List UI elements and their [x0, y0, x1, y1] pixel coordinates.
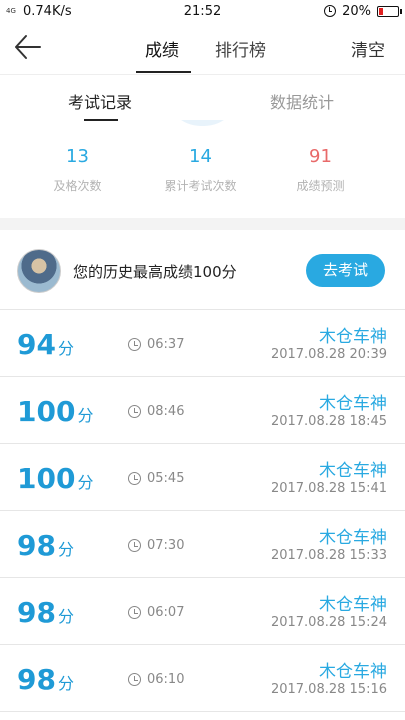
score-value: 98	[17, 663, 56, 696]
record-score: 100 分	[17, 462, 93, 495]
avatar	[17, 249, 61, 293]
duration-text: 06:07	[147, 605, 185, 620]
go-exam-button[interactable]: 去考试	[306, 254, 385, 287]
best-score-text: 您的历史最高成绩100分	[73, 263, 237, 281]
record-score: 94 分	[17, 328, 74, 361]
alarm-icon	[324, 5, 337, 17]
record-score: 98 分	[17, 596, 74, 629]
score-value: 100	[17, 395, 76, 428]
record-user-name: 木仓车神	[319, 595, 387, 615]
clock-icon	[128, 673, 141, 686]
duration-text: 08:46	[147, 404, 185, 419]
stat-score-prediction: 91 成绩预测	[253, 146, 388, 194]
score-value: 98	[17, 596, 56, 629]
app-screen: 4G 0.74K/s 21:52 20% 成绩 排行榜 清空 考试记录 数据统计	[0, 0, 405, 720]
score-unit: 分	[57, 540, 74, 559]
record-row[interactable]: 100 分 05:45 木仓车神 2017.08.28 15:41	[0, 444, 405, 511]
clock-icon	[128, 472, 141, 485]
duration-text: 05:45	[147, 471, 185, 486]
record-datetime: 2017.08.28 18:45	[270, 414, 387, 429]
tab-ranking[interactable]: 排行榜	[215, 36, 266, 61]
record-duration: 07:30	[128, 538, 184, 553]
score-value: 98	[17, 529, 56, 562]
record-datetime: 2017.08.28 15:24	[270, 615, 387, 630]
chart-arc-decoration	[165, 120, 240, 126]
stat-label: 累计考试次数	[164, 179, 237, 193]
stat-label: 及格次数	[53, 179, 102, 193]
record-user-name: 木仓车神	[319, 528, 387, 548]
status-right: 20%	[324, 3, 402, 19]
score-unit: 分	[77, 406, 94, 425]
record-duration: 06:37	[128, 337, 184, 352]
record-datetime: 2017.08.28 15:41	[270, 481, 387, 496]
score-unit: 分	[77, 473, 94, 492]
tab-data-stats[interactable]: 数据统计	[270, 89, 334, 113]
record-duration: 08:46	[128, 404, 184, 419]
record-datetime: 2017.08.28 15:16	[270, 682, 387, 697]
battery-level	[379, 7, 383, 15]
clock-icon	[128, 405, 141, 418]
record-user-name: 木仓车神	[319, 662, 387, 682]
signal-icon: 4G	[6, 6, 16, 15]
record-datetime: 2017.08.28 20:39	[270, 347, 387, 362]
record-row[interactable]: 100 分 08:46 木仓车神 2017.08.28 18:45	[0, 377, 405, 444]
record-score: 98 分	[17, 663, 74, 696]
stat-value: 14	[189, 146, 212, 167]
score-unit: 分	[57, 674, 74, 693]
network-speed: 0.74K/s	[23, 3, 72, 19]
record-score: 98 分	[17, 529, 74, 562]
record-user-name: 木仓车神	[319, 394, 387, 414]
battery-percent: 20%	[342, 3, 371, 19]
score-value: 94	[17, 328, 56, 361]
status-bar: 4G 0.74K/s 21:52 20%	[0, 0, 405, 22]
stat-value: 91	[309, 146, 332, 167]
record-row[interactable]: 98 分 06:10 木仓车神 2017.08.28 15:16	[0, 645, 405, 712]
duration-text: 06:10	[147, 672, 185, 687]
back-button[interactable]	[14, 34, 50, 62]
record-duration: 06:10	[128, 672, 184, 687]
record-user-name: 木仓车神	[319, 327, 387, 347]
sub-tabs: 考试记录 数据统计	[0, 74, 405, 121]
tab-score[interactable]: 成绩	[145, 36, 179, 61]
clock-icon	[128, 338, 141, 351]
record-duration: 06:07	[128, 605, 184, 620]
tab-indicator	[136, 71, 191, 73]
score-unit: 分	[57, 607, 74, 626]
record-row[interactable]: 98 分 06:07 木仓车神 2017.08.28 15:24	[0, 578, 405, 645]
record-row[interactable]: 98 分 07:30 木仓车神 2017.08.28 15:33	[0, 511, 405, 578]
stats-panel: 13 及格次数 14 累计考试次数 91 成绩预测	[0, 120, 405, 218]
back-arrow-icon	[15, 35, 41, 59]
stat-pass-count: 13 及格次数	[10, 146, 145, 194]
clock-icon	[128, 539, 141, 552]
stat-total-exams: 14 累计考试次数	[133, 146, 268, 194]
score-value: 100	[17, 462, 76, 495]
stat-label: 成绩预测	[296, 179, 345, 193]
section-divider	[0, 218, 405, 230]
record-row[interactable]: 94 分 06:37 木仓车神 2017.08.28 20:39	[0, 310, 405, 377]
duration-text: 07:30	[147, 538, 185, 553]
best-score-row: 您的历史最高成绩100分 去考试	[0, 230, 405, 310]
battery-icon	[377, 5, 402, 17]
nav-bar: 成绩 排行榜 清空	[0, 22, 405, 74]
clear-button[interactable]: 清空	[351, 36, 385, 61]
record-score: 100 分	[17, 395, 93, 428]
duration-text: 06:37	[147, 337, 185, 352]
record-duration: 05:45	[128, 471, 184, 486]
record-user-name: 木仓车神	[319, 461, 387, 481]
tab-exam-records[interactable]: 考试记录	[68, 89, 132, 113]
stat-value: 13	[66, 146, 89, 167]
record-datetime: 2017.08.28 15:33	[270, 548, 387, 563]
records-list: 94 分 06:37 木仓车神 2017.08.28 20:39 100 分 08:…	[0, 310, 405, 712]
status-left: 4G 0.74K/s	[6, 4, 72, 19]
clock-icon	[128, 606, 141, 619]
score-unit: 分	[57, 339, 74, 358]
